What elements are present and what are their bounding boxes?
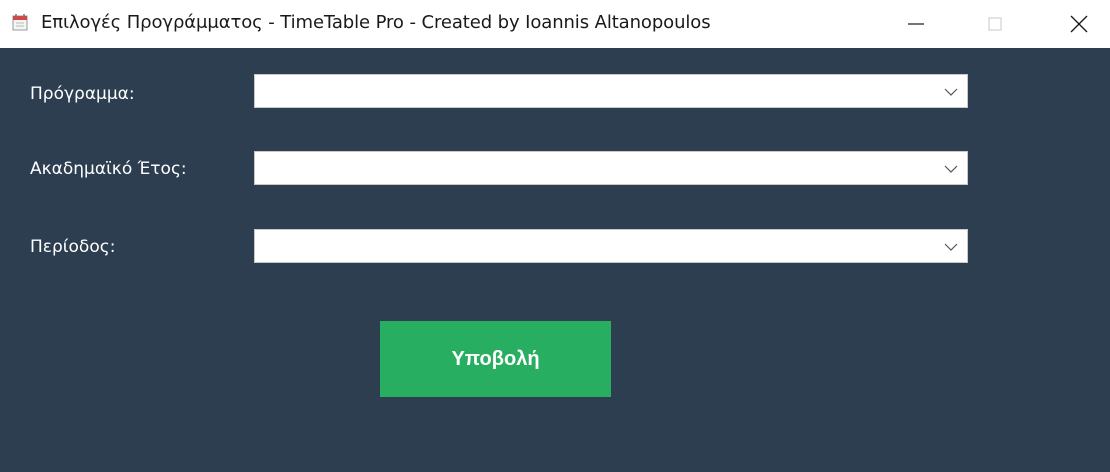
maximize-icon [988, 17, 1002, 31]
maximize-button[interactable] [966, 0, 1024, 48]
academic-year-label: Ακαδημαϊκό Έτος: [30, 159, 187, 179]
period-label: Περίοδος: [30, 237, 116, 257]
window-title: Επιλογές Προγράμματος - TimeTable Pro - … [41, 12, 711, 33]
chevron-down-icon [944, 243, 958, 251]
submit-button[interactable]: Υποβολή [380, 321, 611, 397]
chevron-down-icon [944, 165, 958, 173]
academic-year-select[interactable] [254, 151, 968, 185]
minimize-button[interactable] [887, 0, 945, 48]
close-icon [1070, 15, 1088, 33]
program-label: Πρόγραμμα: [30, 84, 135, 104]
close-button[interactable] [1050, 0, 1108, 48]
period-select[interactable] [254, 229, 968, 263]
options-window: Επιλογές Προγράμματος - TimeTable Pro - … [0, 0, 1110, 472]
chevron-down-icon [944, 88, 958, 96]
calendar-app-icon [12, 14, 28, 31]
minimize-icon [908, 23, 924, 25]
title-bar[interactable]: Επιλογές Προγράμματος - TimeTable Pro - … [0, 0, 1110, 48]
program-select[interactable] [254, 74, 968, 108]
